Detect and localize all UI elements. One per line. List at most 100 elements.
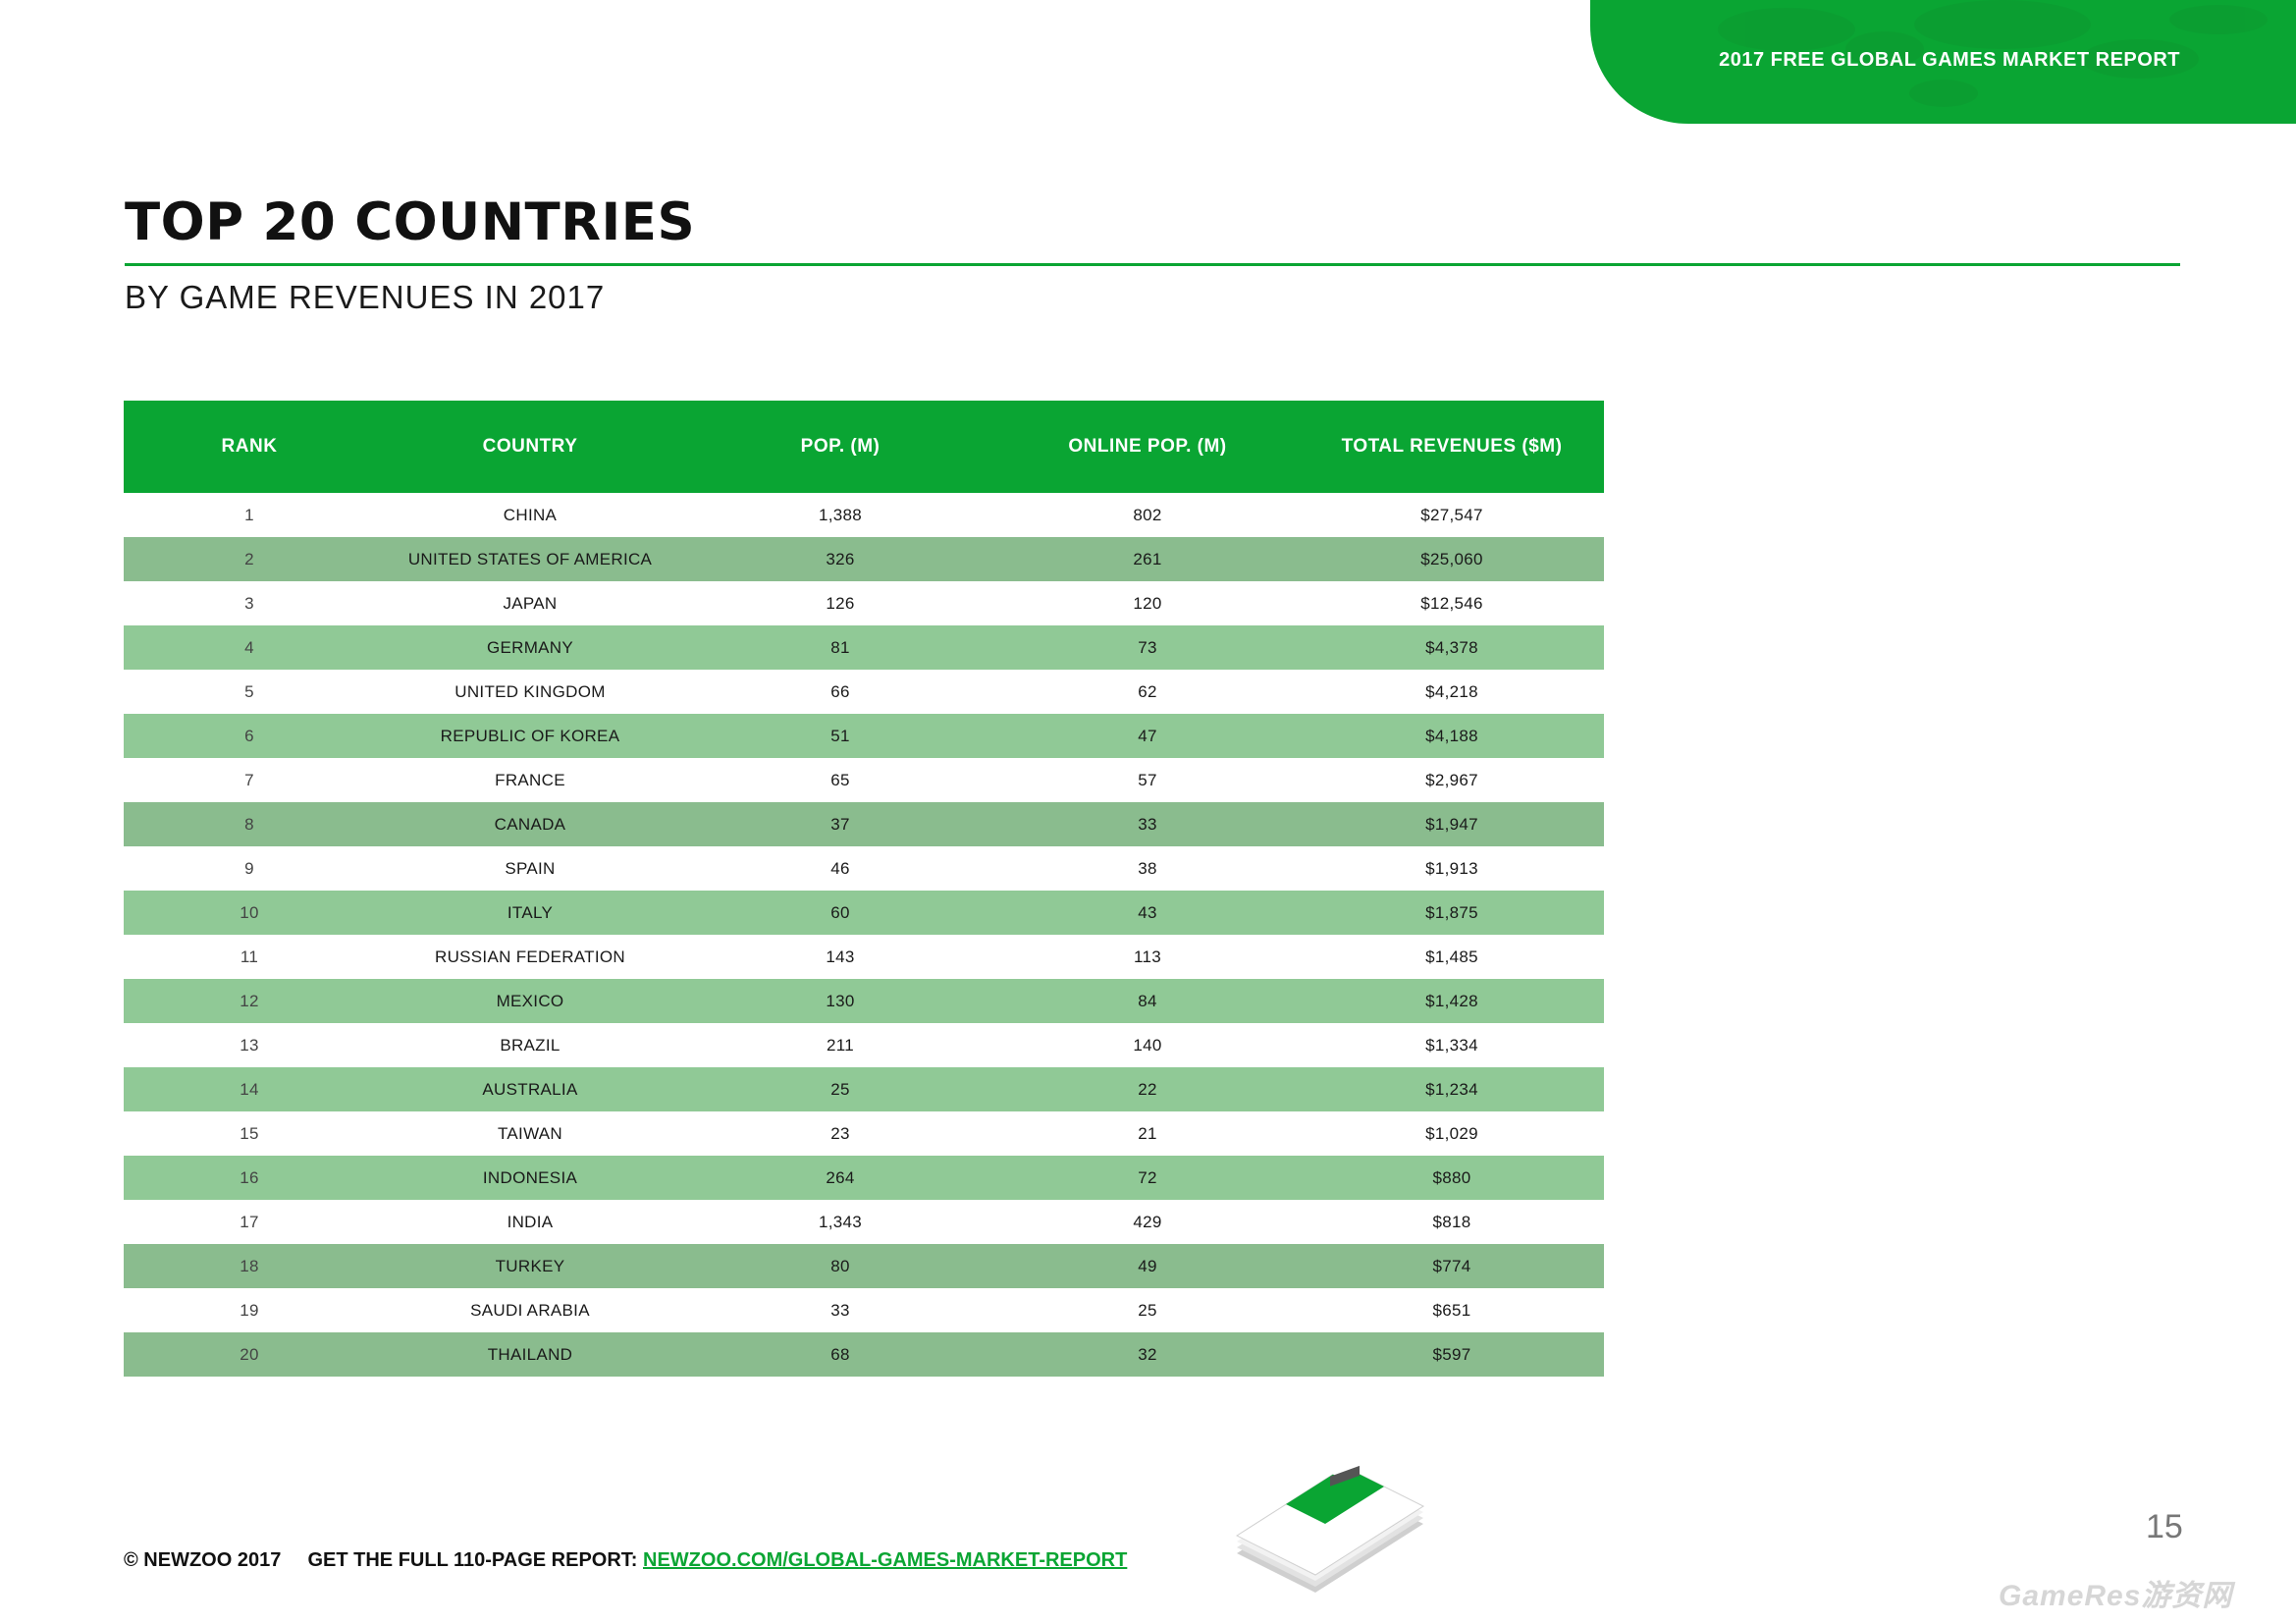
table-cell: JAPAN bbox=[375, 581, 685, 625]
table-cell: 13 bbox=[124, 1023, 375, 1067]
title-divider bbox=[125, 263, 2180, 266]
table-cell: 802 bbox=[995, 493, 1300, 537]
table-row: 2 UNITED STATES OF AMERICA 326 261 $25,060 bbox=[124, 537, 1604, 581]
table-cell: 429 bbox=[995, 1200, 1300, 1244]
table-cell: 140 bbox=[995, 1023, 1300, 1067]
table-cell: 47 bbox=[995, 714, 1300, 758]
table-cell: 72 bbox=[995, 1156, 1300, 1200]
table-row: 19 SAUDI ARABIA 33 25 $651 bbox=[124, 1288, 1604, 1332]
table-cell: 73 bbox=[995, 625, 1300, 670]
page-number: 15 bbox=[2146, 1508, 2183, 1545]
table-cell: RUSSIAN FEDERATION bbox=[375, 935, 685, 979]
table-cell: 326 bbox=[685, 537, 995, 581]
table-cell: 33 bbox=[995, 802, 1300, 846]
table-cell: INDONESIA bbox=[375, 1156, 685, 1200]
table-row: 9 SPAIN 46 38 $1,913 bbox=[124, 846, 1604, 891]
table-cell: 143 bbox=[685, 935, 995, 979]
table-cell: 37 bbox=[685, 802, 995, 846]
table-cell: 15 bbox=[124, 1111, 375, 1156]
table-cell: 60 bbox=[685, 891, 995, 935]
table-cell: 46 bbox=[685, 846, 995, 891]
table-cell: 10 bbox=[124, 891, 375, 935]
table-cell: 3 bbox=[124, 581, 375, 625]
table-cell: 68 bbox=[685, 1332, 995, 1377]
table-cell: $1,029 bbox=[1300, 1111, 1604, 1156]
table-cell: 20 bbox=[124, 1332, 375, 1377]
column-header: RANK bbox=[124, 401, 375, 493]
report-link[interactable]: NEWZOO.COM/GLOBAL-GAMES-MARKET-REPORT bbox=[643, 1549, 1127, 1571]
table-cell: 1,388 bbox=[685, 493, 995, 537]
table-cell: 2 bbox=[124, 537, 375, 581]
countries-table: RANK COUNTRY POP. (M) ONLINE POP. (M) TO… bbox=[124, 401, 1604, 1377]
table-cell: 5 bbox=[124, 670, 375, 714]
table-cell: $774 bbox=[1300, 1244, 1604, 1288]
table-cell: CANADA bbox=[375, 802, 685, 846]
column-header: POP. (M) bbox=[685, 401, 995, 493]
table-row: 4 GERMANY 81 73 $4,378 bbox=[124, 625, 1604, 670]
table-cell: 25 bbox=[995, 1288, 1300, 1332]
table-cell: GERMANY bbox=[375, 625, 685, 670]
table-cell: $1,947 bbox=[1300, 802, 1604, 846]
table-row: 17 INDIA 1,343 429 $818 bbox=[124, 1200, 1604, 1244]
page-title: TOP 20 COUNTRIES bbox=[125, 192, 696, 252]
table-cell: 211 bbox=[685, 1023, 995, 1067]
table-cell: 43 bbox=[995, 891, 1300, 935]
table-cell: $597 bbox=[1300, 1332, 1604, 1377]
watermark: GameRes游资网 bbox=[1999, 1580, 2233, 1612]
table-cell: CHINA bbox=[375, 493, 685, 537]
table-cell: $25,060 bbox=[1300, 537, 1604, 581]
footer-cta: GET THE FULL 110-PAGE REPORT: bbox=[307, 1549, 638, 1571]
table-cell: 120 bbox=[995, 581, 1300, 625]
table-cell: $1,485 bbox=[1300, 935, 1604, 979]
table-cell: 81 bbox=[685, 625, 995, 670]
table-cell: 80 bbox=[685, 1244, 995, 1288]
footer: © NEWZOO 2017 GET THE FULL 110-PAGE REPO… bbox=[124, 1549, 1127, 1572]
table-row: 20 THAILAND 68 32 $597 bbox=[124, 1332, 1604, 1377]
table-cell: $27,547 bbox=[1300, 493, 1604, 537]
table-cell: 32 bbox=[995, 1332, 1300, 1377]
table-cell: 16 bbox=[124, 1156, 375, 1200]
table-cell: 4 bbox=[124, 625, 375, 670]
table-cell: 12 bbox=[124, 979, 375, 1023]
table-cell: 14 bbox=[124, 1067, 375, 1111]
table-cell: 17 bbox=[124, 1200, 375, 1244]
table-row: 18 TURKEY 80 49 $774 bbox=[124, 1244, 1604, 1288]
column-header: COUNTRY bbox=[375, 401, 685, 493]
table-cell: 1,343 bbox=[685, 1200, 995, 1244]
table-row: 3 JAPAN 126 120 $12,546 bbox=[124, 581, 1604, 625]
table-cell: TURKEY bbox=[375, 1244, 685, 1288]
header-tab: 2017 FREE GLOBAL GAMES MARKET REPORT bbox=[1590, 0, 2296, 124]
page-subtitle: BY GAME REVENUES IN 2017 bbox=[125, 279, 606, 315]
table-cell: 18 bbox=[124, 1244, 375, 1288]
table-cell: $12,546 bbox=[1300, 581, 1604, 625]
table-cell: INDIA bbox=[375, 1200, 685, 1244]
table-cell: 1 bbox=[124, 493, 375, 537]
table-cell: REPUBLIC OF KOREA bbox=[375, 714, 685, 758]
column-header: TOTAL REVENUES ($M) bbox=[1300, 401, 1604, 493]
table-cell: $4,378 bbox=[1300, 625, 1604, 670]
table-cell: $1,875 bbox=[1300, 891, 1604, 935]
report-label: 2017 FREE GLOBAL GAMES MARKET REPORT bbox=[1719, 49, 2180, 71]
table-row: 11 RUSSIAN FEDERATION 143 113 $1,485 bbox=[124, 935, 1604, 979]
table-cell: 62 bbox=[995, 670, 1300, 714]
table-row: 5 UNITED KINGDOM 66 62 $4,218 bbox=[124, 670, 1604, 714]
table-row: 14 AUSTRALIA 25 22 $1,234 bbox=[124, 1067, 1604, 1111]
table-cell: $818 bbox=[1300, 1200, 1604, 1244]
report-cover-icon bbox=[1235, 1461, 1425, 1593]
table-row: 10 ITALY 60 43 $1,875 bbox=[124, 891, 1604, 935]
table-cell: 51 bbox=[685, 714, 995, 758]
table-row: 12 MEXICO 130 84 $1,428 bbox=[124, 979, 1604, 1023]
table-cell: 9 bbox=[124, 846, 375, 891]
table-cell: $1,428 bbox=[1300, 979, 1604, 1023]
table-cell: 19 bbox=[124, 1288, 375, 1332]
table-cell: THAILAND bbox=[375, 1332, 685, 1377]
table-cell: 49 bbox=[995, 1244, 1300, 1288]
table-cell: 65 bbox=[685, 758, 995, 802]
table-cell: $1,913 bbox=[1300, 846, 1604, 891]
table-cell: $1,334 bbox=[1300, 1023, 1604, 1067]
table-cell: $4,188 bbox=[1300, 714, 1604, 758]
table-cell: 23 bbox=[685, 1111, 995, 1156]
table-cell: 22 bbox=[995, 1067, 1300, 1111]
table-cell: UNITED KINGDOM bbox=[375, 670, 685, 714]
table-cell: FRANCE bbox=[375, 758, 685, 802]
